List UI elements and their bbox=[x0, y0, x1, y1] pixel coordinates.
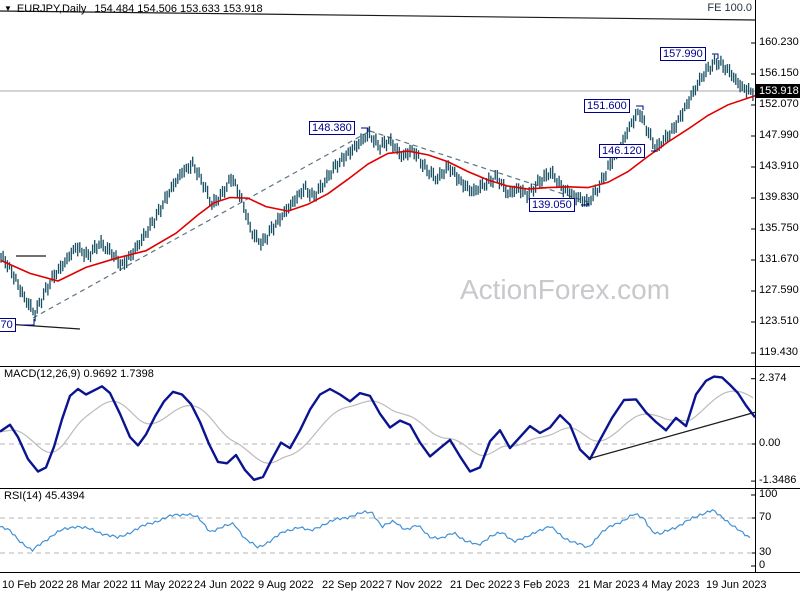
rsi-line bbox=[0, 508, 751, 553]
chart-canvas bbox=[0, 0, 800, 573]
trendline[interactable] bbox=[32, 130, 371, 319]
trendline[interactable] bbox=[369, 130, 589, 203]
chart-window: { "ui": { "dropdown_icon": "▼", "title_s… bbox=[0, 0, 800, 600]
macd-trendline[interactable] bbox=[587, 411, 757, 460]
price-bars bbox=[0, 54, 754, 322]
callout-connector bbox=[636, 105, 644, 110]
trendline[interactable] bbox=[5, 323, 81, 330]
macd-main-line bbox=[0, 375, 756, 481]
callout-connector bbox=[22, 319, 35, 326]
trendline[interactable] bbox=[0, 10, 756, 21]
